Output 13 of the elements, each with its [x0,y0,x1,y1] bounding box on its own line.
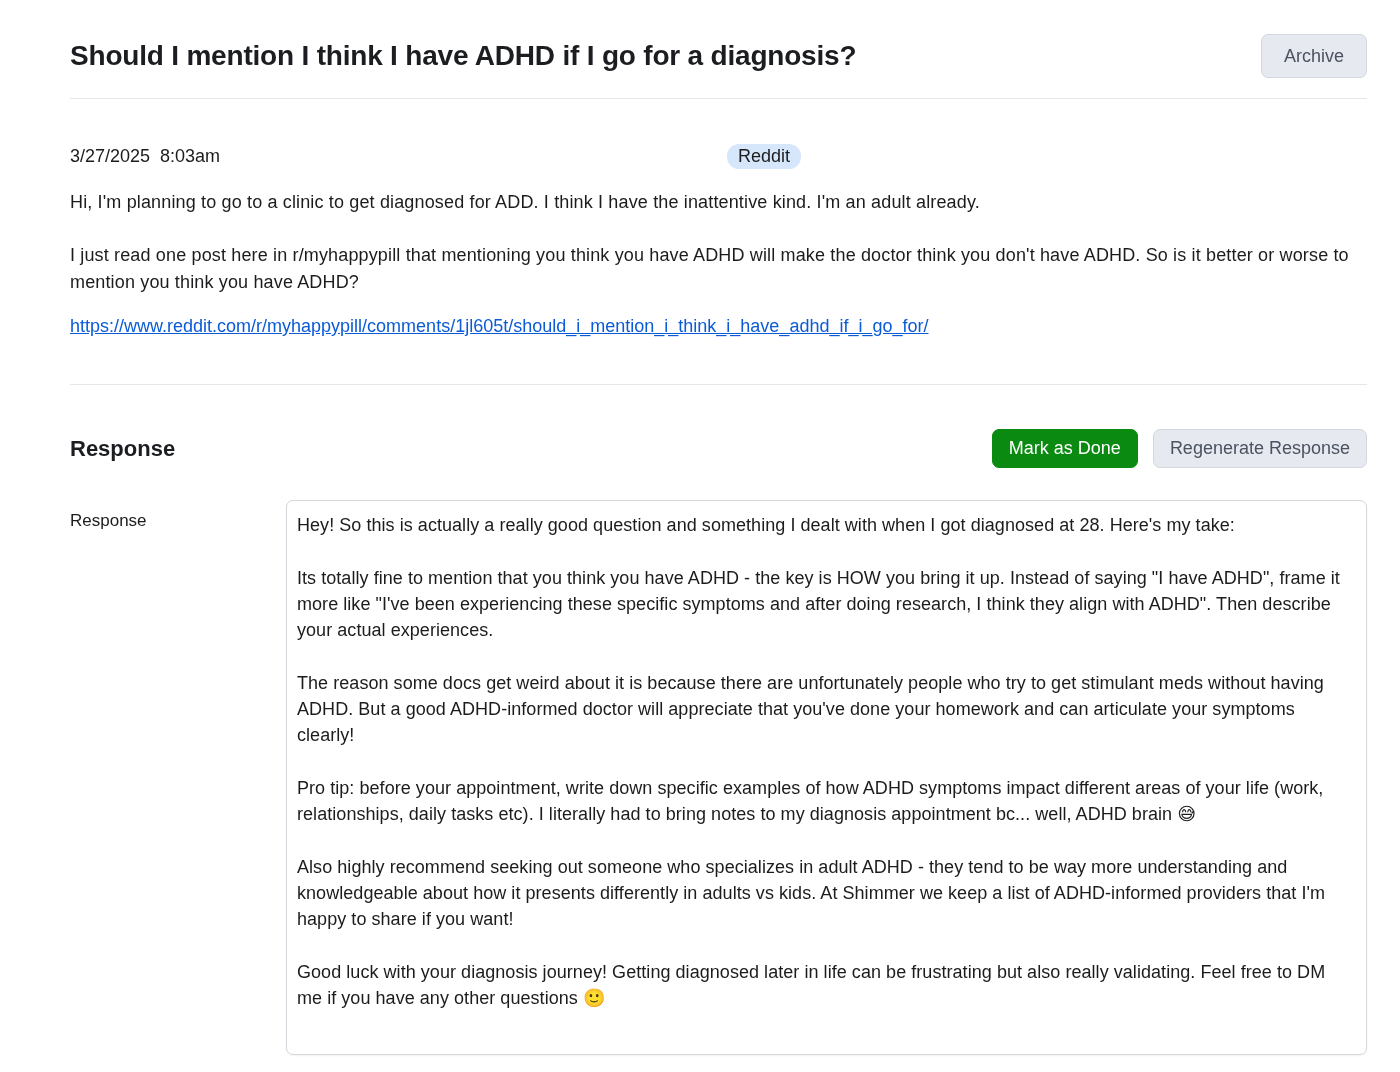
post-time: 8:03am [160,146,221,167]
source-tag: Reddit [727,144,802,169]
page-title: Should I mention I think I have ADHD if I go for a diagnosis? [70,40,857,72]
post-date: 3/27/2025 [70,146,151,167]
regenerate-button[interactable]: Regenerate Response [1152,429,1367,468]
post-paragraph: I just read one post here in r/myhappypill that mentioning you think you have ADHD will make the doctor think you don't have ADHD. So is it better or worse to mention you think you have ADHD? [70,244,1350,294]
post-paragraph: Hi, I'm planning to go to a clinic to get diagnosed for ADD. I think I have the inattentive kind. I'm an adult already. [70,191,981,214]
archive-button[interactable]: Archive [1260,34,1367,78]
post-link[interactable]: https://www.reddit.com/r/myhappypill/comments/1jl605t/should_i_mention_i_think_i_have_adhd_if_i_go_for/ [70,316,929,336]
response-field[interactable]: Hey! So this is actually a really good question and something I dealt with when I got diagnosed at 28. Here's my take: Its totally fine to mention that you think you have ADHD - the key is HOW you bring it up. Instead of saying "I have ADHD", frame it more like "I've been experiencing these specific symptoms and after doing research, I think they align with ADHD". Then describe your actual experiences. The reason some docs get weird about it is because there are unfortunately people who try to get stimulant meds without having ADHD. But a good ADHD-informed doctor will appreciate that you've done your homework and can articulate your symptoms clearly! Pro tip: before your appointment, write down specific examples of how ADHD symptoms impact different areas of your life (work, relationships, daily tasks etc). I literally had to bring notes to my diagnosis appointment bc... well, ADHD brain 😅 Also highly recommend seeking out someone who specializes in adult ADHD - they tend to be way more understanding and knowledgeable about how it presents differently in adults vs kids. At Shimmer we keep a list of ADHD-informed providers that I'm happy to share if you want! Good luck with your diagnosis journey! Getting diagnosed later in life can be frustrating but also really validating. Feel free to DM me if you have any other questions 🙂 [286,500,1367,1055]
mark-done-button[interactable]: Mark as Done [991,429,1138,468]
field-label: Response [70,510,148,532]
section-heading: Response [70,435,176,462]
